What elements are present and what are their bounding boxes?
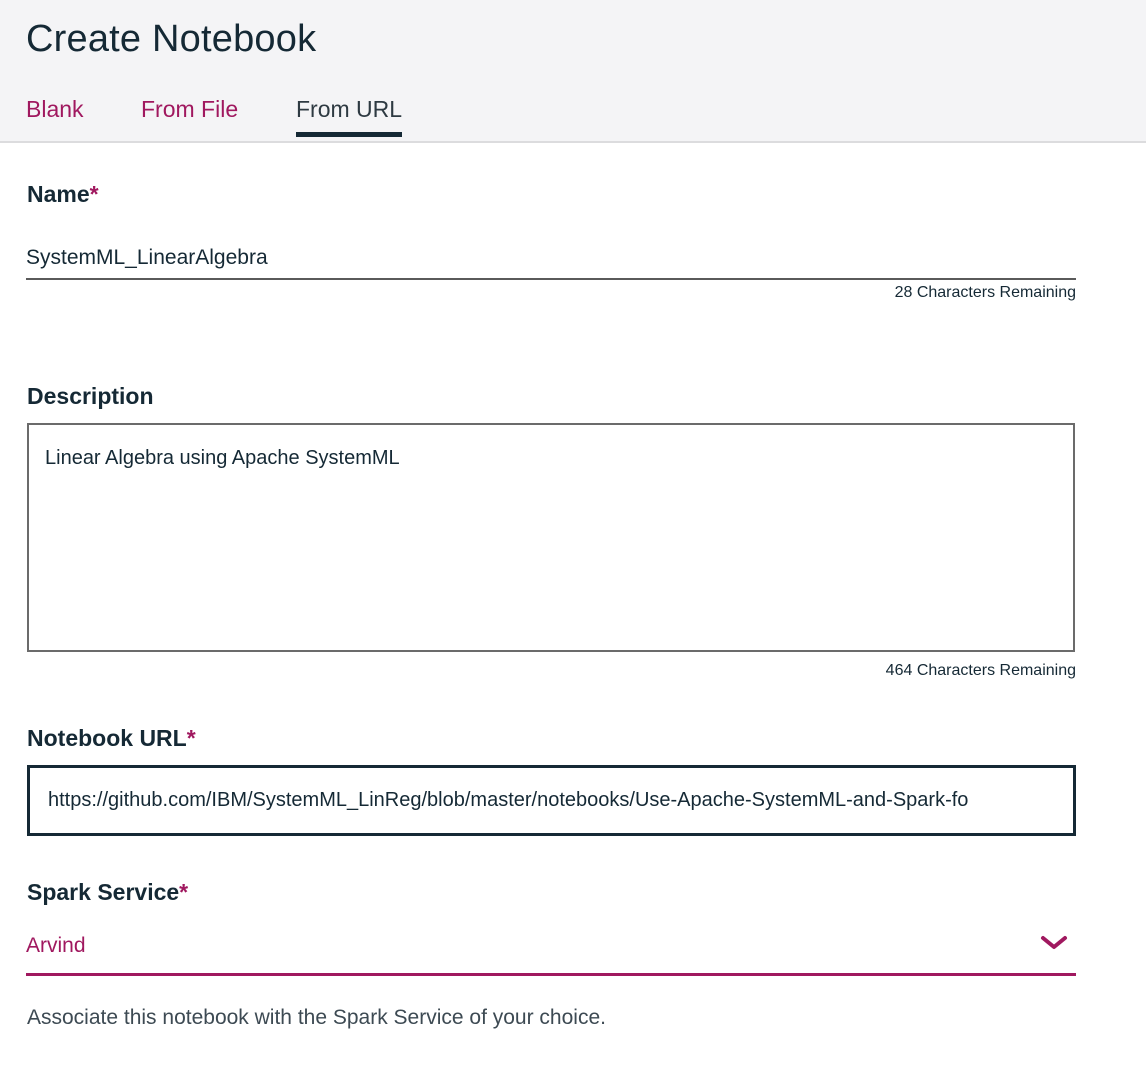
spark-service-label-text: Spark Service — [27, 879, 180, 905]
spark-service-selected-value: Arvind — [26, 934, 86, 957]
spark-service-label: Spark Service* — [27, 879, 188, 906]
name-characters-remaining: 28 Characters Remaining — [894, 284, 1076, 301]
page-title: Create Notebook — [26, 18, 317, 60]
name-label-text: Name — [27, 181, 90, 207]
tab-from-url[interactable]: From URL — [296, 96, 403, 137]
notebook-url-label-text: Notebook URL — [27, 725, 187, 751]
required-marker: * — [89, 181, 99, 207]
description-label-text: Description — [27, 383, 154, 409]
notebook-url-label: Notebook URL* — [27, 725, 196, 752]
required-marker: * — [186, 725, 196, 751]
name-input[interactable] — [26, 238, 1076, 280]
page-header: Create Notebook Blank From File From URL — [0, 0, 1146, 143]
required-marker: * — [179, 879, 189, 905]
name-label: Name* — [27, 181, 99, 208]
tab-blank[interactable]: Blank — [26, 96, 84, 133]
chevron-down-icon[interactable] — [1040, 935, 1068, 951]
description-textarea[interactable]: Linear Algebra using Apache SystemML — [27, 423, 1075, 652]
notebook-url-value: https://github.com/IBM/SystemML_LinReg/b… — [48, 789, 969, 811]
tab-from-file[interactable]: From File — [141, 96, 238, 133]
notebook-url-input[interactable]: https://github.com/IBM/SystemML_LinReg/b… — [27, 765, 1076, 836]
spark-service-select[interactable]: Arvind — [26, 925, 1076, 976]
description-label: Description — [27, 383, 154, 410]
description-characters-remaining: 464 Characters Remaining — [885, 662, 1076, 679]
spark-service-help-text: Associate this notebook with the Spark S… — [27, 1006, 606, 1029]
